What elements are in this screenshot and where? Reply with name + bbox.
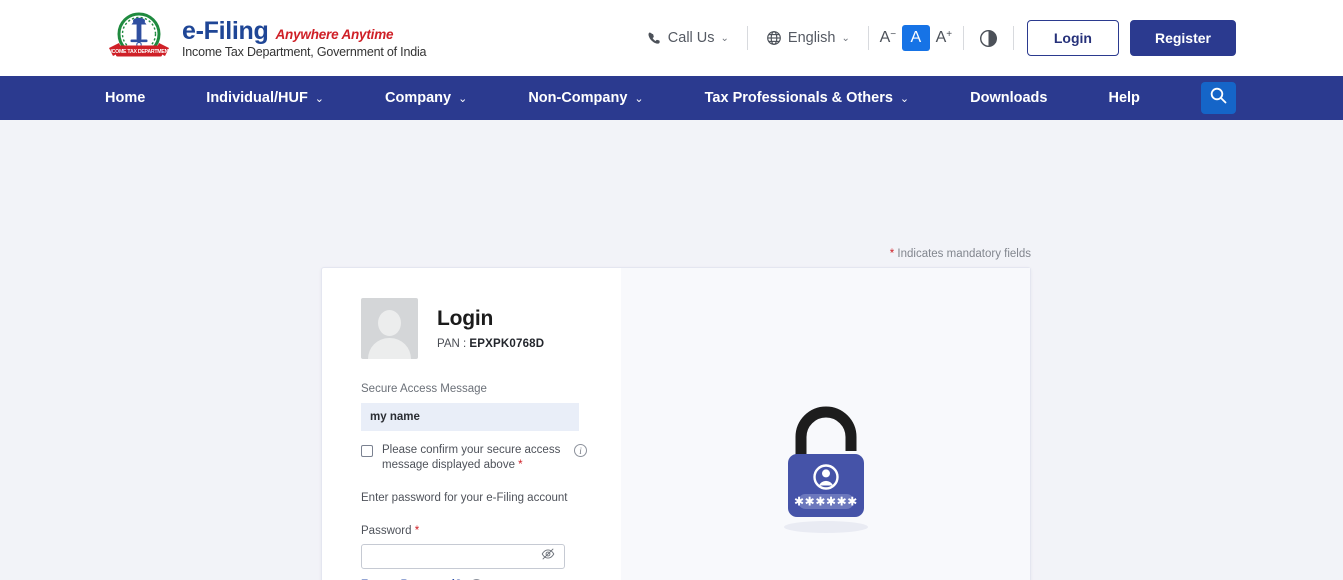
nav-label: Non-Company bbox=[528, 90, 627, 106]
search-icon bbox=[1209, 86, 1228, 110]
header-utility-bar: Call Us ⌄ English ⌄ A− A bbox=[634, 20, 1236, 56]
main-navigation: Home Individual/HUF ⌄ Company ⌄ Non-Comp… bbox=[0, 76, 1343, 120]
nav-label: Company bbox=[385, 90, 451, 106]
avatar-body bbox=[368, 338, 411, 359]
nav-label: Home bbox=[105, 90, 145, 106]
login-card: Login PAN : EPXPK0768D Secure Access Mes… bbox=[321, 267, 1031, 580]
password-star: * bbox=[415, 525, 419, 537]
search-button[interactable] bbox=[1201, 82, 1236, 114]
password-label-text: Password bbox=[361, 525, 415, 537]
chevron-down-icon: ⌄ bbox=[315, 92, 324, 105]
mandatory-fields-note: * Indicates mandatory fields bbox=[890, 248, 1031, 260]
chevron-down-icon: ⌄ bbox=[458, 92, 467, 105]
illustration-panel: ✱✱✱✱✱✱ bbox=[621, 268, 1030, 580]
nav-label: Downloads bbox=[970, 90, 1047, 106]
font-size-increase-label: A bbox=[936, 29, 947, 47]
nav-item-tax-professionals[interactable]: Tax Professionals & Others ⌄ bbox=[705, 90, 910, 106]
nav-label: Help bbox=[1108, 90, 1139, 106]
chevron-down-icon: ⌄ bbox=[900, 92, 909, 105]
header-login-button[interactable]: Login bbox=[1027, 20, 1119, 56]
secure-access-message-label: Secure Access Message bbox=[361, 383, 621, 395]
password-label: Password * bbox=[361, 525, 621, 537]
contrast-icon[interactable] bbox=[969, 29, 1008, 48]
login-form-panel: Login PAN : EPXPK0768D Secure Access Mes… bbox=[322, 268, 621, 580]
confirm-secure-access-row: Please confirm your secure access messag… bbox=[361, 443, 621, 473]
nav-item-company[interactable]: Company ⌄ bbox=[385, 90, 467, 106]
chevron-down-icon: ⌄ bbox=[721, 33, 729, 44]
nav-item-help[interactable]: Help bbox=[1108, 90, 1139, 106]
nav-item-downloads[interactable]: Downloads bbox=[970, 90, 1047, 106]
nav-label: Tax Professionals & Others bbox=[705, 90, 893, 106]
login-header: Login PAN : EPXPK0768D bbox=[361, 298, 621, 359]
font-size-increase-sup: + bbox=[946, 29, 952, 40]
font-size-normal-label: A bbox=[911, 29, 922, 47]
pan-display: PAN : EPXPK0768D bbox=[437, 338, 544, 350]
svg-text:INCOME TAX DEPARTMENT: INCOME TAX DEPARTMENT bbox=[107, 49, 172, 55]
language-label: English bbox=[788, 30, 836, 46]
income-tax-department-emblem-icon: सत्यमेव INCOME TAX DEPARTMENT bbox=[105, 11, 173, 65]
font-size-increase-button[interactable]: A+ bbox=[930, 25, 958, 51]
confirm-secure-access-checkbox[interactable] bbox=[361, 445, 373, 457]
brand-subtitle: Income Tax Department, Government of Ind… bbox=[182, 45, 426, 59]
password-field[interactable] bbox=[361, 544, 565, 569]
brand-logo[interactable]: सत्यमेव INCOME TAX DEPARTMENT e-Filing A… bbox=[105, 11, 426, 65]
site-header: सत्यमेव INCOME TAX DEPARTMENT e-Filing A… bbox=[0, 0, 1343, 76]
confirm-secure-access-label: Please confirm your secure access messag… bbox=[382, 443, 565, 473]
font-size-normal-button[interactable]: A bbox=[902, 25, 930, 51]
phone-icon bbox=[647, 31, 662, 46]
globe-icon bbox=[766, 30, 782, 46]
confirm-text: Please confirm your secure access messag… bbox=[382, 444, 560, 471]
language-menu[interactable]: English ⌄ bbox=[753, 30, 863, 46]
secure-access-message-value: my name bbox=[361, 403, 579, 431]
chevron-down-icon: ⌄ bbox=[634, 92, 643, 105]
svg-text:✱✱✱✱✱✱: ✱✱✱✱✱✱ bbox=[794, 494, 858, 508]
nav-item-non-company[interactable]: Non-Company ⌄ bbox=[528, 90, 643, 106]
header-divider-4 bbox=[1013, 26, 1014, 50]
brand-title: e-Filing bbox=[182, 19, 268, 44]
nav-item-home[interactable]: Home bbox=[105, 90, 145, 106]
call-us-menu[interactable]: Call Us ⌄ bbox=[634, 30, 742, 46]
header-register-button[interactable]: Register bbox=[1130, 20, 1236, 56]
nav-label: Individual/HUF bbox=[206, 90, 308, 106]
confirm-star: * bbox=[518, 459, 522, 471]
header-divider-2 bbox=[868, 26, 869, 50]
font-size-decrease-sup: − bbox=[890, 29, 896, 40]
font-size-decrease-label: A bbox=[880, 29, 891, 47]
call-us-label: Call Us bbox=[668, 30, 715, 46]
enter-password-instruction: Enter password for your e-Filing account bbox=[361, 492, 621, 504]
confirm-info-icon[interactable]: i bbox=[574, 444, 587, 457]
user-avatar-placeholder-icon bbox=[361, 298, 418, 359]
nav-item-individual-huf[interactable]: Individual/HUF ⌄ bbox=[206, 90, 324, 106]
brand-tagline: Anywhere Anytime bbox=[275, 28, 393, 42]
header-divider-1 bbox=[747, 26, 748, 50]
padlock-password-illustration-icon: ✱✱✱✱✱✱ bbox=[751, 389, 901, 554]
eye-off-icon[interactable] bbox=[541, 547, 555, 566]
font-size-decrease-button[interactable]: A− bbox=[874, 25, 902, 51]
page-content: * Indicates mandatory fields Login PAN :… bbox=[0, 120, 1343, 580]
pan-label: PAN : bbox=[437, 338, 469, 350]
pan-value: EPXPK0768D bbox=[469, 338, 544, 350]
page-title: Login bbox=[437, 307, 544, 331]
avatar-head bbox=[378, 310, 401, 336]
chevron-down-icon: ⌄ bbox=[841, 33, 849, 44]
header-divider-3 bbox=[963, 26, 964, 50]
mandatory-text: Indicates mandatory fields bbox=[894, 248, 1031, 260]
